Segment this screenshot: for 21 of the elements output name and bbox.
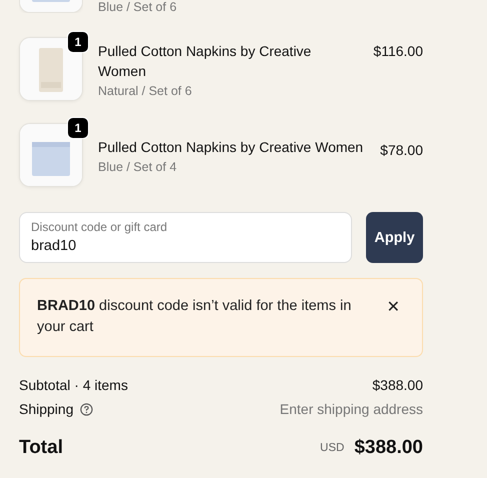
- quantity-badge: 1: [67, 117, 89, 139]
- product-variant: Blue / Set of 4: [98, 160, 178, 174]
- product-price: $116.00: [373, 43, 423, 59]
- currency-label: USD: [320, 442, 344, 454]
- quantity-badge: 1: [67, 31, 89, 53]
- product-price: $78.00: [380, 142, 423, 158]
- product-title: Pulled Cotton Napkins by Creative Women: [98, 138, 364, 156]
- total-value: $388.00: [354, 437, 423, 459]
- help-icon[interactable]: [80, 402, 92, 416]
- summary-label: Shipping: [19, 401, 74, 417]
- field-label: Discount code or gift card: [31, 220, 168, 234]
- summary-value: $388.00: [372, 377, 423, 393]
- summary-label: Subtotal · 4 items: [19, 377, 128, 393]
- total-label: Total: [19, 437, 63, 459]
- apply-button[interactable]: Apply: [366, 212, 423, 263]
- alert-message: BRAD10 discount code isn’t valid for the items in your cart: [37, 297, 352, 337]
- summary-value: Enter shipping address: [280, 401, 423, 417]
- product-title: Pulled Cotton Napkins by Creative Women: [98, 42, 312, 80]
- product-variant: Natural / Set of 6: [98, 84, 193, 98]
- close-button[interactable]: ✕: [382, 296, 404, 317]
- product-variant: Blue / Set of 6: [98, 0, 177, 15]
